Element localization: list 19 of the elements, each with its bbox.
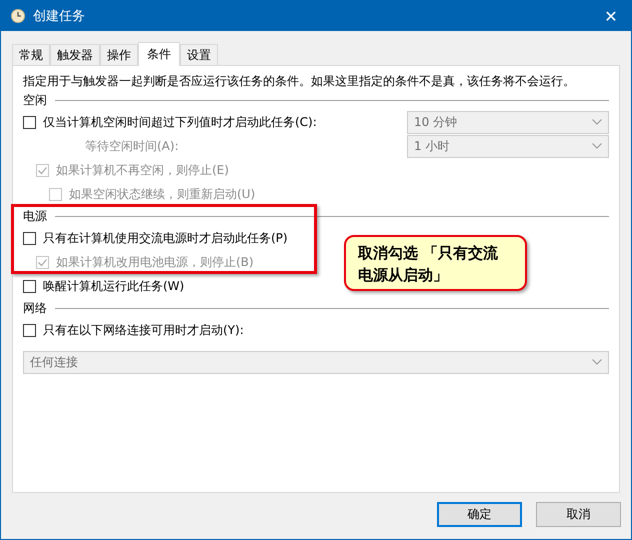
tab[interactable]: 设置	[180, 44, 218, 65]
section-title: 网络	[23, 300, 47, 316]
tab[interactable]: 触发器	[50, 44, 100, 65]
section-title: 空闲	[23, 92, 47, 108]
tab[interactable]: 常规	[12, 44, 50, 65]
checkbox[interactable]: 仅当计算机空闲时间超过下列值时才启动此任务(C):	[23, 114, 317, 130]
dialog-button[interactable]: 确定	[437, 502, 522, 527]
close-button[interactable]: ✕	[591, 6, 631, 26]
checkbox[interactable]: 只有在以下网络连接可用时才启动(Y):	[23, 322, 244, 338]
callout: 取消勾选 「只有交流电源从启动」	[344, 235, 527, 291]
checkbox[interactable]: 只有在计算机使用交流电源时才启动此任务(P)	[23, 230, 288, 246]
tab[interactable]: 条件	[138, 42, 180, 66]
section-title: 电源	[23, 208, 47, 224]
field-label: 等待空闲时间(A):	[85, 138, 179, 154]
checkbox[interactable]: 唤醒计算机运行此任务(W)	[23, 278, 184, 294]
window-title: 创建任务	[33, 8, 86, 25]
description: 指定用于与触发器一起判断是否应运行该任务的条件。如果这里指定的条件不是真，该任务将不会运行。	[23, 73, 576, 90]
tab[interactable]: 操作	[100, 44, 138, 65]
dialog-button[interactable]: 取消	[536, 502, 621, 527]
